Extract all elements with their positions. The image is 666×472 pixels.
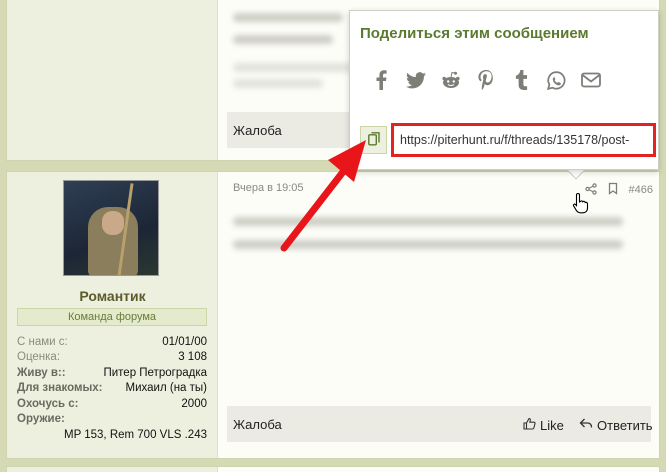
- reply-button[interactable]: Ответить: [579, 417, 653, 433]
- bookmark-icon[interactable]: [607, 182, 619, 198]
- stat-key: Охочусь с:: [17, 397, 79, 410]
- stat-row: Для знакомых: Михаил (на ты): [17, 381, 207, 397]
- stat-key: С нами с:: [17, 335, 68, 348]
- tumblr-icon[interactable]: [510, 69, 532, 91]
- red-arrow-annotation: [280, 140, 366, 252]
- like-button[interactable]: Like: [523, 417, 564, 433]
- post-tools: #466: [584, 182, 653, 198]
- reddit-icon[interactable]: [440, 69, 462, 91]
- avatar[interactable]: [63, 180, 159, 276]
- share-url-box: https://piterhunt.ru/f/threads/135178/po…: [360, 123, 656, 157]
- share-networks: [370, 69, 602, 91]
- user-stats: С нами с: 01/01/00 Оценка: 3 108 Живу в:…: [17, 334, 207, 443]
- whatsapp-icon[interactable]: [545, 69, 567, 91]
- share-popup-title: Поделиться этим сообщением: [360, 25, 589, 42]
- stat-row: Охочусь с: 2000: [17, 396, 207, 412]
- blurred-text: [233, 79, 323, 88]
- reply-label: Ответить: [597, 417, 653, 433]
- stat-row: MP 153, Rem 700 VLS .243: [17, 427, 207, 443]
- facebook-icon[interactable]: [370, 69, 392, 91]
- stat-value: 3 108: [178, 351, 207, 364]
- thumbs-up-icon: [523, 417, 536, 433]
- report-link[interactable]: Жалоба: [233, 417, 282, 432]
- stat-value: 2000: [181, 397, 207, 410]
- share-url-field[interactable]: https://piterhunt.ru/f/threads/135178/po…: [391, 123, 656, 157]
- user-column: [7, 467, 218, 472]
- stat-value: Питер Петроградка: [103, 366, 207, 379]
- blurred-text: [233, 13, 343, 22]
- email-icon[interactable]: [580, 69, 602, 91]
- stat-row: Оценка: 3 108: [17, 350, 207, 366]
- stat-row: С нами с: 01/01/00: [17, 334, 207, 350]
- stat-value: Михаил (на ты): [125, 382, 207, 395]
- stat-key: Для знакомых:: [17, 382, 103, 395]
- share-popup: Поделиться этим сообщением https://piter…: [349, 10, 659, 170]
- user-column: Романтик Команда форума С нами с: 01/01/…: [7, 172, 218, 458]
- blurred-text: [233, 35, 333, 44]
- twitter-icon[interactable]: [405, 69, 427, 91]
- stat-value: 01/01/00: [162, 335, 207, 348]
- user-column: [7, 0, 218, 160]
- post-next: [6, 466, 660, 472]
- stat-row: Оружие:: [17, 412, 207, 428]
- stat-key: Оружие:: [17, 413, 65, 426]
- user-title-badge: Команда форума: [17, 308, 207, 326]
- post-number[interactable]: #466: [629, 184, 653, 196]
- stat-key: Оценка:: [17, 351, 61, 364]
- stat-row: Живу в:: Питер Петроградка: [17, 365, 207, 381]
- like-label: Like: [540, 417, 564, 433]
- pinterest-icon[interactable]: [475, 69, 497, 91]
- reply-icon: [579, 417, 593, 433]
- blurred-text: [233, 63, 353, 72]
- stat-key: Живу в::: [17, 366, 66, 379]
- hand-cursor-icon: [572, 192, 589, 214]
- username[interactable]: Романтик: [7, 288, 218, 304]
- post-action-bar: Жалоба Like Ответить: [227, 406, 653, 442]
- stat-value: MP 153, Rem 700 VLS .243: [64, 428, 207, 441]
